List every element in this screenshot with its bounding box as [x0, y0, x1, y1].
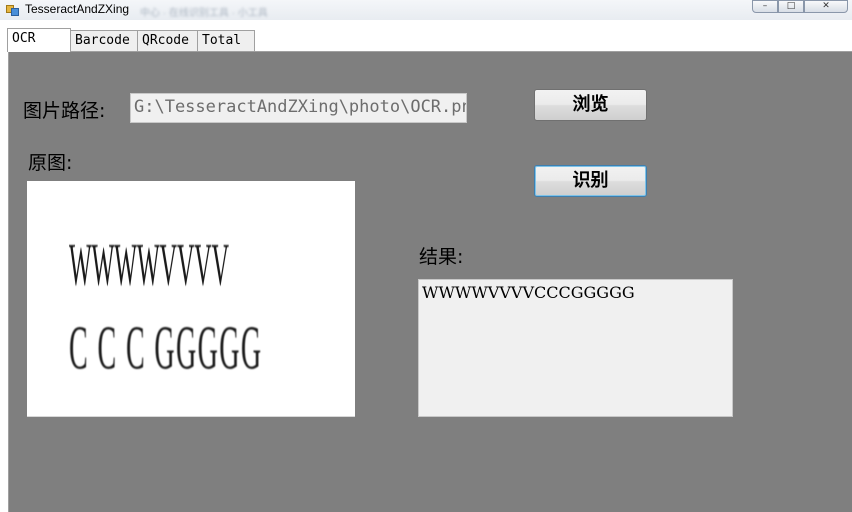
minimize-button[interactable]: –	[752, 0, 778, 13]
window-title: TesseractAndZXing	[25, 2, 130, 16]
original-image: WWWWVVVV C C C GGGGG	[27, 181, 355, 417]
recognize-button[interactable]: 识别	[534, 165, 647, 197]
tab-qrcode[interactable]: QRcode	[137, 30, 198, 51]
close-button[interactable]: ✕	[804, 0, 848, 13]
result-label: 结果:	[419, 246, 464, 268]
browse-button[interactable]: 浏览	[534, 89, 647, 121]
title-bar: TesseractAndZXing 中心 · 在线识别工具 · 小工具 – □ …	[0, 0, 852, 20]
image-text-line-2: C C C GGGGG	[69, 312, 263, 383]
result-textbox[interactable]: WWWWVVVVCCCGGGGG	[418, 279, 733, 417]
background-tabs-text: 中心 · 在线识别工具 · 小工具	[140, 8, 268, 19]
original-image-label: 原图:	[28, 152, 73, 174]
app-icon	[6, 3, 20, 16]
tab-total[interactable]: Total	[197, 30, 255, 51]
ocr-tab-page: 图片路径: G:\TesseractAndZXing\photo\OCR.png…	[8, 51, 852, 512]
image-path-field[interactable]: G:\TesseractAndZXing\photo\OCR.png	[130, 93, 467, 123]
image-path-label: 图片路径:	[23, 100, 106, 122]
tab-ocr[interactable]: OCR	[7, 28, 71, 52]
maximize-button[interactable]: □	[778, 0, 804, 13]
tab-strip: OCR Barcode QRcode Total	[0, 20, 852, 52]
image-text-line-1: WWWWVVVV	[69, 230, 229, 299]
tab-barcode[interactable]: Barcode	[70, 30, 138, 51]
